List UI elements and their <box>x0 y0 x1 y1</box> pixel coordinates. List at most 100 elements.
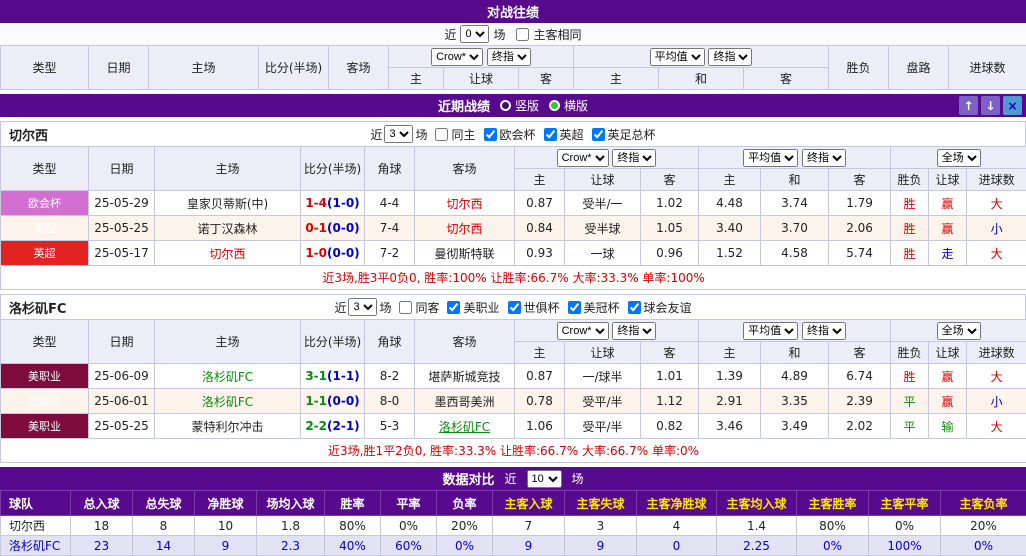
col-header-venue-goal-diff: 主客净胜球 <box>637 491 717 516</box>
col-header-loss-rate: 负率 <box>437 491 493 516</box>
score-cell[interactable]: 3-1(1-1) <box>301 364 365 389</box>
away-team[interactable]: 切尔西 <box>415 216 515 241</box>
filter-checkbox-uecl[interactable] <box>484 128 497 141</box>
away-team[interactable]: 切尔西 <box>415 191 515 216</box>
col-header-handicap-result: 让球 <box>929 169 967 191</box>
col-header-odds-home: 主 <box>515 342 565 364</box>
avg-select[interactable]: 平均值 <box>743 322 798 340</box>
col-header-away: 客场 <box>329 46 389 90</box>
filter-checkbox-friendly[interactable] <box>628 301 641 314</box>
col-header-score: 比分(半场) <box>301 147 365 191</box>
match-count-select[interactable]: 3 <box>348 298 377 316</box>
compare-count-select[interactable]: 10 <box>527 470 562 488</box>
filter-checkbox-mls[interactable] <box>447 301 460 314</box>
odds-stage-select[interactable]: 终指 <box>612 322 656 340</box>
odds-stage-select[interactable]: 终指 <box>612 149 656 167</box>
bookmaker-select[interactable]: Crow* <box>431 48 483 66</box>
col-header-corner: 角球 <box>365 320 415 364</box>
score-cell[interactable]: 0-1(0-0) <box>301 216 365 241</box>
near-label: 近 <box>504 470 516 487</box>
filter-checkbox-epl[interactable] <box>544 128 557 141</box>
move-down-button[interactable]: ↓ <box>981 96 1000 115</box>
avg-select[interactable]: 平均值 <box>743 149 798 167</box>
odds-handicap: 一/球半 <box>565 364 641 389</box>
col-header-venue-goals: 主客入球 <box>493 491 565 516</box>
filter-checkbox-same-away[interactable] <box>399 301 412 314</box>
checkbox-label: 世俱杯 <box>524 299 560 316</box>
match-row: 美职业 25-06-09 洛杉矶FC 3-1(1-1) 8-2 堪萨斯城竞技 0… <box>1 364 1026 389</box>
avg-home: 3.46 <box>699 414 761 439</box>
home-team[interactable]: 蒙特利尔冲击 <box>155 414 301 439</box>
avg-stage-select[interactable]: 终指 <box>802 149 846 167</box>
away-team[interactable]: 堪萨斯城竞技 <box>415 364 515 389</box>
match-count-select[interactable]: 3 <box>384 125 413 143</box>
bookmaker-select[interactable]: Crow* <box>557 322 609 340</box>
home-team[interactable]: 洛杉矶FC <box>155 389 301 414</box>
away-team[interactable]: 洛杉矶FC <box>415 414 515 439</box>
col-header-result: 胜负 <box>891 342 929 364</box>
avg-draw: 4.58 <box>761 241 829 266</box>
home-team[interactable]: 皇家贝蒂斯(中) <box>155 191 301 216</box>
home-team[interactable]: 洛杉矶FC <box>155 364 301 389</box>
result-cell: 平 <box>891 389 929 414</box>
avg-stage-select[interactable]: 终指 <box>802 322 846 340</box>
bookmaker-select[interactable]: Crow* <box>557 149 609 167</box>
filter-checkbox-same-home[interactable] <box>435 128 448 141</box>
col-header-avg-draw: 和 <box>761 342 829 364</box>
avg-home: 1.39 <box>699 364 761 389</box>
filter-checkbox-concacaf[interactable] <box>568 301 581 314</box>
stat-cell: 80% <box>325 516 381 536</box>
col-header-odds-handicap: 让球 <box>444 68 519 90</box>
summary-row: 近3场,胜1平2负0, 胜率:33.3% 让胜率:66.7% 大率:66.7% … <box>1 439 1026 463</box>
close-button[interactable]: × <box>1003 96 1022 115</box>
col-header-odds-home: 主 <box>515 169 565 191</box>
checkbox-label: 欧会杯 <box>500 126 536 143</box>
fulltime-score: 3-1 <box>305 369 327 383</box>
filter-checkbox-facup[interactable] <box>592 128 605 141</box>
goals-result-cell: 大 <box>967 414 1026 439</box>
handicap-result-cell: 赢 <box>929 191 967 216</box>
page: 对战往绩 近 0 场 主客相同 类型 日期 主场 比分(半场) 客场 Crow*… <box>0 0 1026 556</box>
same-venue-checkbox[interactable] <box>516 28 529 41</box>
checkbox-label: 美冠杯 <box>584 299 620 316</box>
radio-vertical[interactable]: 竖版 <box>500 97 539 114</box>
radio-horizontal[interactable]: 横版 <box>549 97 588 114</box>
col-header-goals: 进球数 <box>967 342 1026 364</box>
away-team[interactable]: 曼彻斯特联 <box>415 241 515 266</box>
col-header-odds-away: 客 <box>641 169 699 191</box>
league-badge: 英超 <box>1 216 89 241</box>
score-cell[interactable]: 1-4(1-0) <box>301 191 365 216</box>
avg-away: 2.02 <box>829 414 891 439</box>
handicap-result-cell: 走 <box>929 241 967 266</box>
home-team[interactable]: 诺丁汉森林 <box>155 216 301 241</box>
avg-select[interactable]: 平均值 <box>650 48 705 66</box>
scope-select[interactable]: 全场 <box>937 149 981 167</box>
stat-cell: 7 <box>493 516 565 536</box>
odds-stage-select[interactable]: 终指 <box>487 48 531 66</box>
stat-cell: 0% <box>869 516 941 536</box>
move-up-button[interactable]: ↑ <box>959 96 978 115</box>
avg-group-header: 平均值 终指 <box>699 320 891 342</box>
score-cell[interactable]: 1-1(0-0) <box>301 389 365 414</box>
away-team[interactable]: 墨西哥美洲 <box>415 389 515 414</box>
col-header-team: 球队 <box>1 491 71 516</box>
radio-vertical-label: 竖版 <box>515 97 539 114</box>
filter-checkbox-cwc[interactable] <box>508 301 521 314</box>
col-header-goal-diff: 净胜球 <box>195 491 257 516</box>
stat-cell: 0% <box>381 516 437 536</box>
col-header-odds-away: 客 <box>641 342 699 364</box>
home-team[interactable]: 切尔西 <box>155 241 301 266</box>
result-cell: 胜 <box>891 364 929 389</box>
col-header-draw-rate: 平率 <box>381 491 437 516</box>
odds-handicap: 一球 <box>565 241 641 266</box>
h2h-count-select[interactable]: 0 <box>460 25 489 43</box>
scope-select[interactable]: 全场 <box>937 322 981 340</box>
col-header-avg-away: 客 <box>829 169 891 191</box>
avg-stage-select[interactable]: 终指 <box>708 48 752 66</box>
score-cell[interactable]: 2-2(2-1) <box>301 414 365 439</box>
col-header-venue-loss-rate: 主客负率 <box>941 491 1026 516</box>
team-name[interactable]: 切尔西 <box>1 516 71 536</box>
col-header-avg-away: 客 <box>829 342 891 364</box>
avg-away: 5.74 <box>829 241 891 266</box>
score-cell[interactable]: 1-0(0-0) <box>301 241 365 266</box>
